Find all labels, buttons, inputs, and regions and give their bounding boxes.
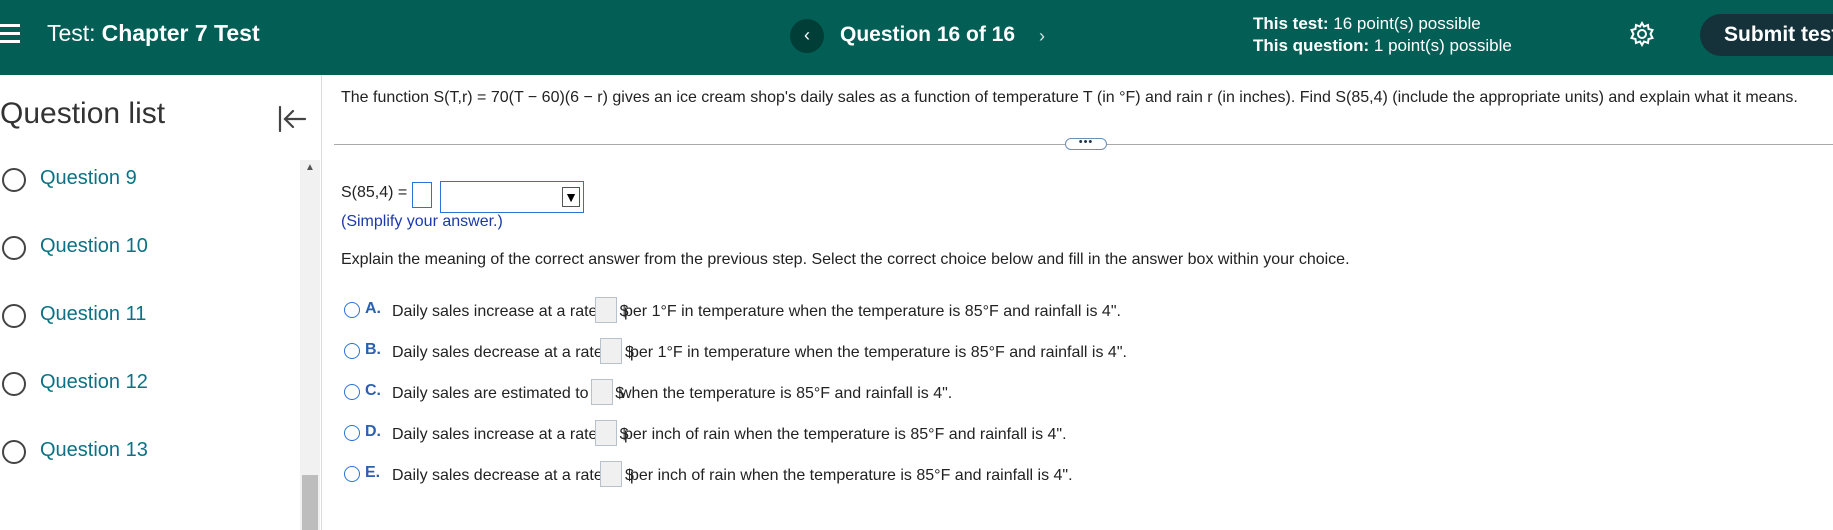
radio-button[interactable]: [344, 425, 360, 441]
choice-text-before: Daily sales decrease at a rate of $: [392, 344, 634, 361]
radio-button[interactable]: [344, 343, 360, 359]
radio-circle-icon: [2, 440, 26, 464]
radio-circle-icon: [2, 304, 26, 328]
points-info: This test: 16 point(s) possible This que…: [1253, 13, 1512, 57]
choice-letter: B.: [365, 341, 381, 358]
question-list-item-label: Question 11: [40, 303, 147, 325]
top-bar: Test: Chapter 7 Test ‹ Question 16 of 16 …: [0, 0, 1833, 75]
choice-text-after: per inch of rain when the temperature is…: [630, 467, 1073, 484]
question-panel: The function S(T,r) = 70(T − 60)(6 − r) …: [322, 75, 1833, 530]
choice-letter: C.: [365, 382, 381, 399]
question-list-panel: Question list Question 9 Question 10 Que…: [0, 75, 322, 530]
choice-text-before: Daily sales decrease at a rate of $: [392, 467, 634, 484]
choice-text-after: when the temperature is 85°F and rainfal…: [620, 385, 953, 402]
radio-circle-icon: [2, 372, 26, 396]
chevron-right-icon: ›: [1039, 26, 1045, 46]
choice-text-before: Daily sales increase at a rate of $: [392, 303, 629, 320]
submit-test-button[interactable]: Submit test: [1700, 14, 1833, 56]
this-test-points: 16 point(s) possible: [1333, 14, 1481, 33]
this-question-label: This question:: [1253, 36, 1370, 55]
choice-text-before: Daily sales increase at a rate of $: [392, 426, 629, 443]
choice-answer-box[interactable]: [595, 297, 617, 323]
choice-letter: A.: [365, 300, 381, 317]
divider-handle[interactable]: •••: [1065, 137, 1107, 150]
test-name: Chapter 7 Test: [101, 20, 260, 46]
answer-label: S(85,4) =: [341, 184, 408, 201]
dropdown-arrow-icon: ▼: [562, 187, 580, 207]
chevron-left-icon: ‹: [804, 25, 810, 45]
choice-text-after: per inch of rain when the temperature is…: [624, 426, 1067, 443]
choice-letter: E.: [365, 464, 381, 481]
choice-answer-box[interactable]: [600, 461, 622, 487]
choice-answer-box[interactable]: [591, 379, 613, 405]
choice-text-before: Daily sales are estimated to be $: [392, 385, 625, 402]
explain-instructions: Explain the meaning of the correct answe…: [341, 251, 1350, 268]
settings-gear-icon[interactable]: [1628, 20, 1656, 48]
question-list-item-label: Question 12: [40, 371, 148, 393]
radio-button[interactable]: [344, 466, 360, 482]
question-counter: Question 16 of 16: [840, 23, 1016, 46]
collapse-panel-icon[interactable]: [275, 102, 309, 136]
test-title-prefix: Test:: [47, 20, 96, 46]
hamburger-menu-icon[interactable]: [0, 24, 22, 44]
next-question-button[interactable]: ›: [1031, 21, 1053, 51]
simplify-hint: (Simplify your answer.): [341, 213, 503, 230]
radio-button[interactable]: [344, 302, 360, 318]
test-title: Test: Chapter 7 Test: [47, 20, 260, 47]
question-text: The function S(T,r) = 70(T − 60)(6 − r) …: [341, 89, 1798, 106]
question-list-item-label: Question 13: [40, 439, 148, 461]
this-question-points: 1 point(s) possible: [1373, 36, 1512, 55]
question-list-item-label: Question 10: [40, 235, 148, 257]
radio-button[interactable]: [344, 384, 360, 400]
choice-text-after: per 1°F in temperature when the temperat…: [630, 344, 1127, 361]
question-list-item-label: Question 9: [40, 167, 137, 189]
previous-question-button[interactable]: ‹: [790, 19, 824, 53]
choice-answer-box[interactable]: [600, 338, 622, 364]
choice-answer-box[interactable]: [595, 420, 617, 446]
choice-letter: D.: [365, 423, 381, 440]
answer-input[interactable]: [412, 182, 432, 208]
question-list-title: Question list: [0, 97, 166, 130]
scrollbar-thumb[interactable]: [302, 475, 318, 530]
unit-dropdown[interactable]: ▼: [440, 181, 584, 213]
scroll-up-arrow-icon[interactable]: ▲: [300, 160, 320, 176]
radio-circle-icon: [2, 236, 26, 260]
choice-text-after: per 1°F in temperature when the temperat…: [624, 303, 1121, 320]
this-test-label: This test:: [1253, 14, 1329, 33]
radio-circle-icon: [2, 168, 26, 192]
